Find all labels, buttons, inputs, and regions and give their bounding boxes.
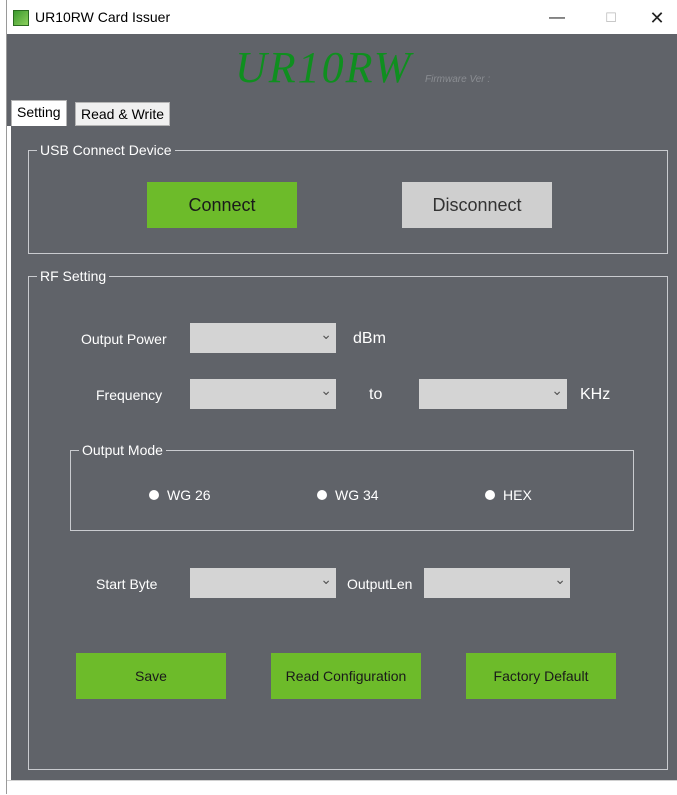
maximize-button[interactable]: ☐ (589, 4, 633, 32)
radio-indicator (317, 490, 327, 500)
frequency-from-select[interactable]: ⌄ (190, 379, 336, 409)
output-power-label: Output Power (81, 331, 167, 347)
radio-indicator (485, 490, 495, 500)
chevron-down-icon: ⌄ (320, 326, 332, 342)
radio-wg34-label: WG 34 (335, 487, 379, 503)
save-button[interactable]: Save (76, 653, 226, 699)
chevron-down-icon: ⌄ (320, 382, 332, 398)
chevron-down-icon: ⌄ (320, 571, 332, 587)
app-icon (13, 10, 29, 26)
tab-setting[interactable]: Setting (11, 100, 67, 126)
rf-group-title: RF Setting (37, 267, 110, 285)
start-byte-select[interactable]: ⌄ (190, 568, 336, 598)
radio-wg26-label: WG 26 (167, 487, 211, 503)
output-power-select[interactable]: ⌄ (190, 323, 336, 353)
tab-read-write[interactable]: Read & Write (75, 102, 170, 126)
rf-setting-group: RF Setting Output Power ⌄ dBm Frequency … (28, 267, 668, 770)
app-window: UR10RW Card Issuer — ☐ ✕ UR10RW Firmware… (6, 0, 677, 795)
usb-connect-group: USB Connect Device Connect Disconnect (28, 141, 668, 254)
tab-bar: Setting Read & Write (7, 100, 677, 126)
disconnect-button[interactable]: Disconnect (402, 182, 552, 228)
connect-button[interactable]: Connect (147, 182, 297, 228)
start-byte-label: Start Byte (96, 576, 158, 592)
output-len-select[interactable]: ⌄ (424, 568, 570, 598)
status-bar (7, 780, 677, 795)
output-mode-title: Output Mode (79, 441, 166, 459)
usb-group-title: USB Connect Device (37, 141, 175, 159)
read-configuration-button[interactable]: Read Configuration (271, 653, 421, 699)
chevron-down-icon: ⌄ (554, 571, 566, 587)
header-banner: UR10RW Firmware Ver : (7, 34, 677, 100)
frequency-label: Frequency (96, 387, 163, 403)
factory-default-button[interactable]: Factory Default (466, 653, 616, 699)
settings-panel: USB Connect Device Connect Disconnect RF… (11, 126, 677, 780)
radio-indicator (149, 490, 159, 500)
radio-hex[interactable]: HEX (485, 487, 532, 503)
radio-wg34[interactable]: WG 34 (317, 487, 379, 503)
frequency-to-label: to (369, 386, 383, 403)
title-bar: UR10RW Card Issuer — ☐ ✕ (7, 0, 677, 34)
radio-wg26[interactable]: WG 26 (149, 487, 211, 503)
output-power-unit: dBm (353, 330, 386, 347)
frequency-to-select[interactable]: ⌄ (419, 379, 567, 409)
frequency-unit: KHz (580, 386, 611, 403)
close-button[interactable]: ✕ (635, 4, 677, 32)
firmware-version-label: Firmware Ver : (425, 74, 491, 85)
output-mode-group: Output Mode WG 26 WG 34 HEX (70, 441, 634, 531)
output-len-label: OutputLen (347, 576, 413, 592)
chevron-down-icon: ⌄ (551, 382, 563, 398)
product-logo: UR10RW (235, 43, 413, 92)
radio-hex-label: HEX (503, 487, 532, 503)
minimize-button[interactable]: — (535, 4, 579, 32)
window-title: UR10RW Card Issuer (35, 9, 171, 25)
